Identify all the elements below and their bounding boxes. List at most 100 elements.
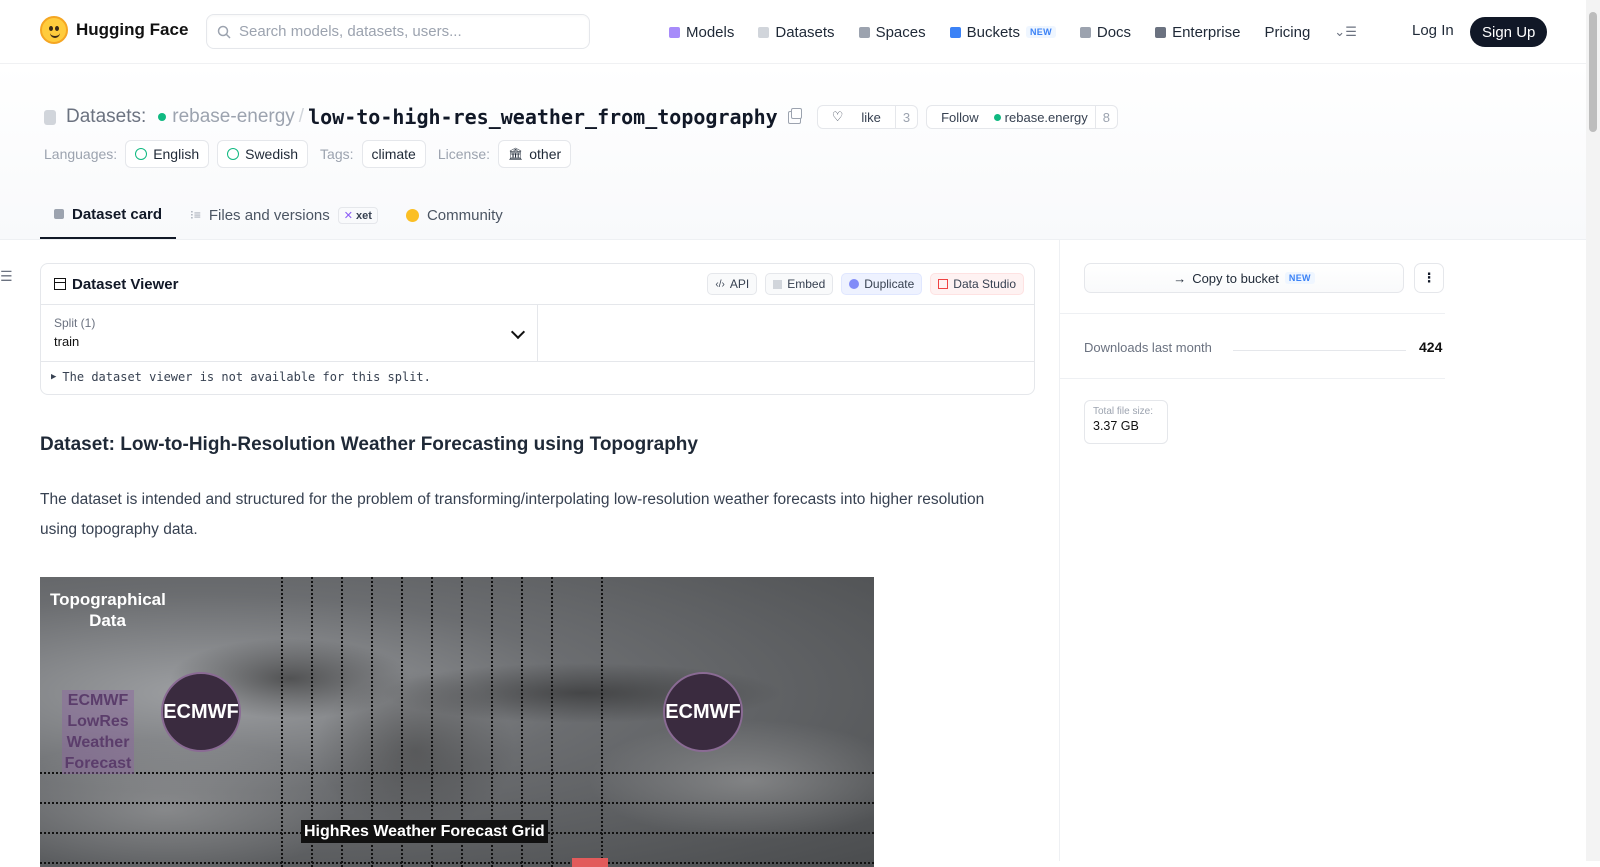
viewer-header: Dataset Viewer ‹/› API Embed Duplicate Da… [41,264,1034,305]
nav-enterprise-label: Enterprise [1172,23,1241,41]
follow-count: 8 [1094,106,1117,128]
nav-links: Models Datasets Spaces Buckets NEW Docs … [669,17,1381,47]
nav-pricing[interactable]: Pricing [1264,24,1310,41]
org-dot-icon [993,113,1001,121]
follow-button[interactable]: Follow rebase.energy 8 [926,105,1119,129]
search-box[interactable] [206,14,590,49]
api-label: API [729,277,750,291]
toc-toggle-icon[interactable]: ☰ [0,268,13,285]
tag-climate-label: climate [371,146,416,162]
license-icon: 🏛 [508,147,524,161]
tag-swedish[interactable]: Swedish [217,140,309,168]
breadcrumb-org[interactable]: rebase-energy [172,106,295,128]
nav-models[interactable]: Models [669,24,734,41]
logo[interactable]: Hugging Face [40,16,188,44]
arrow-right-icon: → [1173,270,1187,286]
data-studio-label: Data Studio [953,277,1016,291]
kebab-icon: ⋮ [1422,270,1436,285]
split-select[interactable]: Split (1) train [41,305,538,361]
spaces-icon [858,26,870,38]
new-badge: NEW [1284,272,1315,284]
viewer-actions: ‹/› API Embed Duplicate Data Studio [707,273,1024,295]
caret-right-icon: ▶ [51,372,57,382]
nav-models-label: Models [686,23,735,41]
nav-spaces-label: Spaces [875,23,926,41]
copy-icon[interactable] [787,107,802,124]
tag-english-label: English [153,146,200,162]
page-scrollbar[interactable] [1586,0,1600,861]
tag-english[interactable]: English [125,140,210,168]
figure-topo-label: Topographical Data [50,590,166,630]
divider [1060,378,1445,379]
copy-to-bucket-label: Copy to bucket [1192,270,1279,286]
duplicate-icon [849,279,860,289]
downloads-sparkline [1233,350,1406,351]
buckets-icon [949,26,961,38]
xet-badge: ✕ xet [337,206,378,224]
nav-docs[interactable]: Docs [1079,23,1132,41]
tab-files-label: Files and versions [208,206,330,224]
more-options-button[interactable]: ⋮ [1414,263,1444,293]
tag-license[interactable]: 🏛 other [498,140,572,168]
nav-buckets[interactable]: Buckets NEW [949,23,1056,41]
split-label: Split (1) [54,316,96,330]
tab-community[interactable]: Community [392,191,517,239]
repo-tabs: Dataset card ⁝≡ Files and versions ✕ xet… [40,191,517,239]
card-paragraph: The dataset is intended and structured f… [40,491,985,538]
repo-title-row: Datasets: rebase-energy / low-to-high-re… [44,102,1119,132]
figure-ecmwf-node: ECMWF [161,672,241,752]
like-button[interactable]: ♡ like 3 [816,105,919,129]
downloads-value: 424 [1419,339,1443,355]
nav-docs-label: Docs [1096,23,1132,41]
repo-name[interactable]: low-to-high-res_weather_from_topography [308,105,778,129]
login-link[interactable]: Log In [1412,22,1454,39]
copy-to-bucket-button[interactable]: → Copy to bucket NEW [1084,263,1404,293]
repo-header: Datasets: rebase-energy / low-to-high-re… [0,64,1586,240]
viewer-title-text: Dataset Viewer [72,275,179,293]
topography-figure: Topographical Data ECMWF LowRes Weather … [40,577,874,867]
community-icon [405,208,419,222]
scrollbar-thumb[interactable] [1589,12,1597,132]
api-button[interactable]: ‹/› API [707,273,758,295]
embed-label: Embed [787,277,826,291]
tags-label: Tags: [320,146,354,162]
globe-icon [135,148,148,160]
like-count: 3 [894,106,917,128]
top-navigation: Hugging Face Models Datasets Spaces Buck… [0,0,1586,64]
nav-enterprise[interactable]: Enterprise [1155,24,1240,41]
figure-lowres-label: ECMWF LowRes Weather Forecast [62,690,134,774]
tab-files-and-versions[interactable]: ⁝≡ Files and versions ✕ xet [176,191,392,239]
tab-community-label: Community [426,206,503,224]
more-menu-icon[interactable]: ⌄☰ [1334,24,1357,40]
data-studio-button[interactable]: Data Studio [930,273,1024,295]
nav-buckets-label: Buckets [966,23,1020,41]
signup-button[interactable]: Sign Up [1470,17,1548,47]
table-icon [54,278,66,290]
like-label: like [861,109,881,125]
split-row: Split (1) train [41,305,1034,362]
search-icon [217,25,231,39]
nav-spaces[interactable]: Spaces [858,23,926,41]
docs-icon [1079,26,1091,38]
figure-ecmwf-node: ECMWF [663,672,743,752]
tab-dataset-card[interactable]: Dataset card [40,191,177,239]
viewer-title: Dataset Viewer [54,276,178,293]
org-avatar-icon [158,113,167,121]
divider [1060,313,1445,314]
search-input[interactable] [239,23,559,40]
tag-climate[interactable]: climate [361,140,426,168]
tag-swedish-label: Swedish [245,146,299,162]
viewer-unavailable-notice[interactable]: ▶ The dataset viewer is not available fo… [41,362,1034,392]
duplicate-button[interactable]: Duplicate [841,273,923,295]
languages-label: Languages: [44,146,118,162]
downloads-label: Downloads last month [1084,340,1212,355]
nav-datasets[interactable]: Datasets [758,24,835,41]
nav-pricing-label: Pricing [1264,23,1311,41]
embed-button[interactable]: Embed [765,273,834,295]
datasets-icon [758,26,770,38]
embed-icon [773,279,783,289]
new-badge: NEW [1025,26,1056,38]
license-label: License: [437,146,491,162]
globe-icon [227,148,240,160]
breadcrumb-datasets[interactable]: Datasets: [66,106,146,128]
